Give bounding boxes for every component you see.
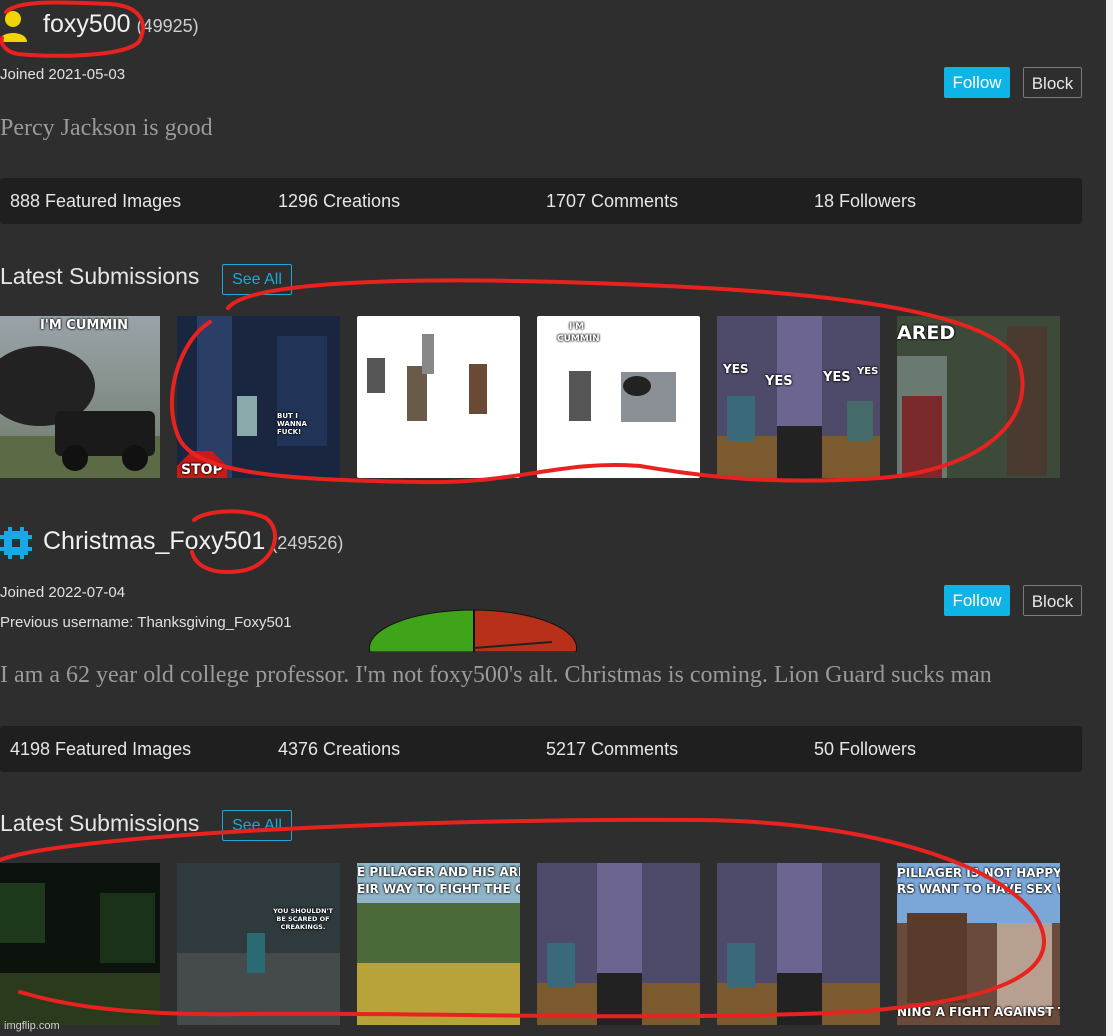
thumbnail-caption: PILLAGER IS NOT HAPPY ABOUT <box>897 866 1060 880</box>
see-all-button[interactable]: See All <box>222 264 292 295</box>
user-bio: Percy Jackson is good <box>0 115 213 141</box>
block-button[interactable]: Block <box>1023 67 1082 98</box>
user-points: (49925) <box>136 16 199 36</box>
previous-username: Previous username: Thanksgiving_Foxy501 <box>0 614 292 631</box>
submission-thumbnail[interactable]: E PILLAGER AND HIS ARMY EIR WAY TO FIGHT… <box>357 863 520 1025</box>
user-points: (249526) <box>271 533 344 553</box>
stat-comments[interactable]: 1707 Comments <box>546 191 678 212</box>
thumbnail-caption: YOU SHOULDN'T BE SCARED OF CREAKINGS. <box>273 907 333 931</box>
stat-comments[interactable]: 5217 Comments <box>546 739 678 760</box>
stat-followers[interactable]: 50 Followers <box>814 739 916 760</box>
see-all-button[interactable]: See All <box>222 810 292 841</box>
submission-thumbnail[interactable]: I'M CUMMIN <box>0 316 160 478</box>
submission-thumbnail[interactable] <box>537 863 700 1025</box>
thumbnail-caption: CUMMIN <box>557 334 600 344</box>
submission-thumbnail[interactable] <box>0 863 160 1025</box>
submission-thumbnail[interactable]: BUT I WANNA FUCK! STOP <box>177 316 340 478</box>
thumbnail-caption: YES <box>857 366 879 377</box>
pixel-badge-icon <box>0 527 32 559</box>
thumbnail-caption: YES <box>723 362 749 376</box>
follow-button[interactable]: Follow <box>944 67 1010 98</box>
thumbnail-caption: YES <box>765 374 793 389</box>
stat-creations[interactable]: 4376 Creations <box>278 739 400 760</box>
thumbnail-caption: E PILLAGER AND HIS ARMY <box>357 865 520 879</box>
thumbnail-caption: ARED <box>897 322 956 344</box>
username-link[interactable]: Christmas_Foxy501 <box>43 527 265 555</box>
submission-thumbnail[interactable] <box>357 316 520 478</box>
username-link[interactable]: foxy500 <box>43 10 131 38</box>
section-title: Latest Submissions <box>0 810 200 836</box>
thumbnail-caption: EIR WAY TO FIGHT THE CREA <box>357 882 520 896</box>
joined-date: Joined 2021-05-03 <box>0 66 126 83</box>
user-silhouette-icon <box>0 11 27 42</box>
thumbnail-caption: BUT I WANNA FUCK! <box>277 412 307 436</box>
submission-thumbnail[interactable]: PILLAGER IS NOT HAPPY ABOUT RS WANT TO H… <box>897 863 1060 1025</box>
stats-bar: 4198 Featured Images 4376 Creations 5217… <box>0 726 1082 772</box>
section-title: Latest Submissions <box>0 263 200 289</box>
thumbnail-caption: I'M CUMMIN <box>40 318 128 333</box>
stat-featured-images[interactable]: 888 Featured Images <box>10 191 181 212</box>
joined-date: Joined 2022-07-04 <box>0 584 126 601</box>
submission-thumbnail[interactable]: I'M CUMMIN <box>537 316 700 478</box>
thumbnail-caption: NING A FIGHT AGAINST THE C <box>897 1005 1060 1019</box>
block-button[interactable]: Block <box>1023 585 1082 616</box>
stat-creations[interactable]: 1296 Creations <box>278 191 400 212</box>
user-bio: I am a 62 year old college professor. I'… <box>0 662 992 688</box>
submission-thumbnail[interactable] <box>717 863 880 1025</box>
scrollbar-track[interactable] <box>1106 0 1113 1036</box>
stat-featured-images[interactable]: 4198 Featured Images <box>10 739 191 760</box>
thumbnail-caption: RS WANT TO HAVE SEX WITH C <box>897 882 1060 896</box>
watermark-text: imgflip.com <box>4 1020 60 1032</box>
follow-button[interactable]: Follow <box>944 585 1010 616</box>
thumbnail-caption: STOP <box>181 462 223 478</box>
stats-bar: 888 Featured Images 1296 Creations 1707 … <box>0 178 1082 224</box>
submission-thumbnail[interactable]: ARED <box>897 316 1060 478</box>
gauge-meter-icon <box>368 609 578 652</box>
thumbnail-caption: YES <box>823 370 851 385</box>
submission-thumbnail[interactable]: YES YES YES YES <box>717 316 880 478</box>
username-row: foxy500 (49925) <box>43 10 199 39</box>
thumbnail-caption: I'M <box>569 322 585 332</box>
submission-thumbnail[interactable]: YOU SHOULDN'T BE SCARED OF CREAKINGS. <box>177 863 340 1025</box>
stat-followers[interactable]: 18 Followers <box>814 191 916 212</box>
username-row: Christmas_Foxy501 (249526) <box>43 527 343 556</box>
